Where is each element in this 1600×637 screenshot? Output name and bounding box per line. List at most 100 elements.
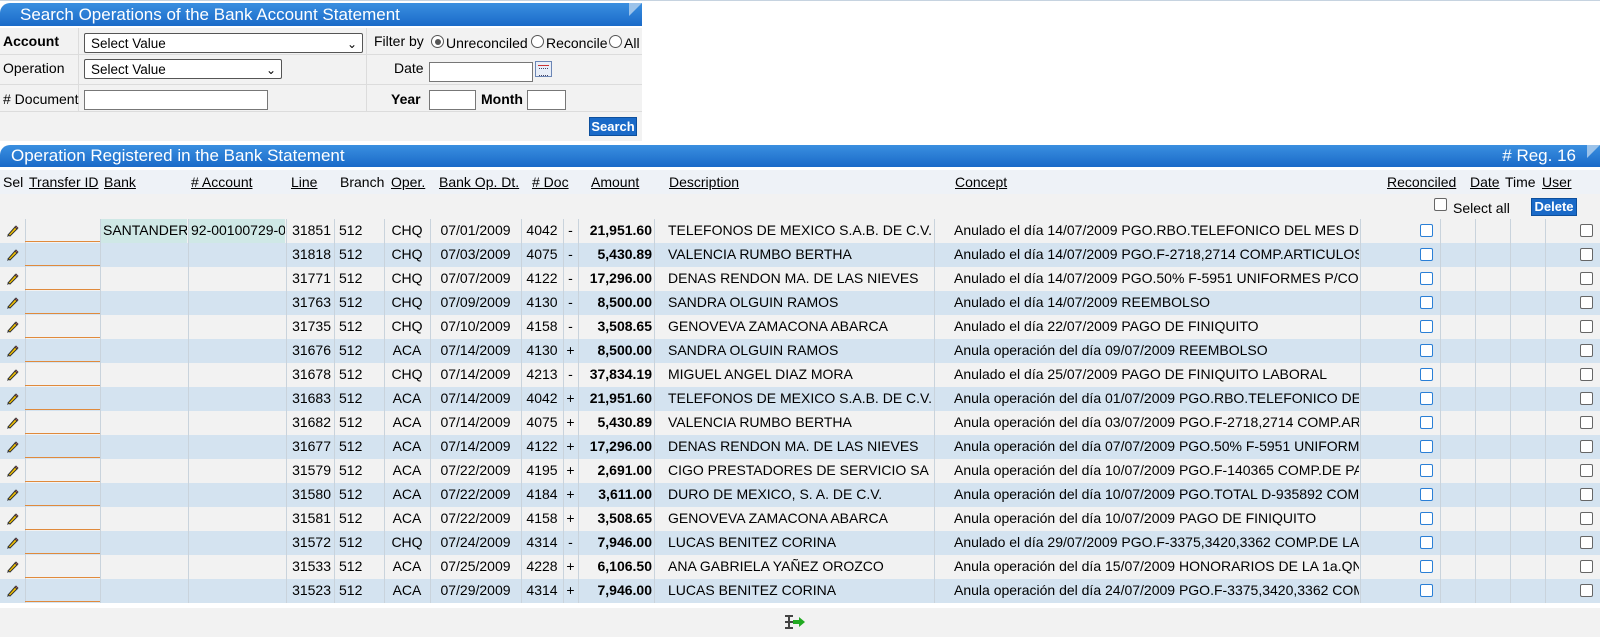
transfer-id-input[interactable] [25, 436, 100, 458]
col-line[interactable]: Line [291, 174, 317, 190]
pencil-icon[interactable] [5, 416, 19, 430]
column-separator [1545, 243, 1546, 267]
pencil-icon[interactable] [5, 248, 19, 262]
pencil-icon[interactable] [5, 320, 19, 334]
reconciled-checkbox[interactable] [1420, 464, 1433, 477]
col-bank[interactable]: Bank [104, 174, 136, 190]
transfer-id-input[interactable] [25, 388, 100, 410]
cell-branch: 512 [339, 534, 363, 550]
pencil-icon[interactable] [5, 464, 19, 478]
reconciled-checkbox[interactable] [1420, 392, 1433, 405]
pencil-icon[interactable] [5, 584, 19, 598]
search-button[interactable]: Search [589, 117, 637, 136]
col-user[interactable]: User [1542, 174, 1572, 190]
transfer-id-input[interactable] [25, 580, 100, 602]
col-doc[interactable]: # Doc [532, 174, 569, 190]
reconciled-checkbox[interactable] [1420, 488, 1433, 501]
col-oper[interactable]: Oper. [391, 174, 425, 190]
document-input[interactable] [84, 90, 268, 110]
col-account[interactable]: # Account [191, 174, 253, 190]
row-select-checkbox[interactable] [1580, 416, 1593, 429]
pencil-icon[interactable] [5, 296, 19, 310]
reconciled-checkbox[interactable] [1420, 416, 1433, 429]
reconciled-checkbox[interactable] [1420, 560, 1433, 573]
reconciled-checkbox[interactable] [1420, 536, 1433, 549]
reconciled-checkbox[interactable] [1420, 296, 1433, 309]
reconciled-checkbox[interactable] [1420, 512, 1433, 525]
transfer-id-input[interactable] [25, 460, 100, 482]
row-select-checkbox[interactable] [1580, 368, 1593, 381]
pencil-icon[interactable] [5, 536, 19, 550]
date-input[interactable] [429, 62, 533, 82]
col-bank-op-date[interactable]: Bank Op. Dt. [439, 174, 519, 190]
filter-all-radio[interactable] [609, 35, 622, 48]
reconciled-checkbox[interactable] [1420, 272, 1433, 285]
transfer-id-input[interactable] [25, 268, 100, 290]
row-select-checkbox[interactable] [1580, 464, 1593, 477]
reconciled-checkbox[interactable] [1420, 584, 1433, 597]
pencil-icon[interactable] [5, 560, 19, 574]
col-amount[interactable]: Amount [591, 174, 639, 190]
reconciled-checkbox[interactable] [1420, 224, 1433, 237]
column-separator [1440, 435, 1441, 459]
reconciled-checkbox[interactable] [1420, 368, 1433, 381]
select-all-checkbox[interactable] [1434, 198, 1447, 211]
calendar-icon[interactable] [535, 61, 552, 77]
filter-unreconciled-radio[interactable] [431, 35, 444, 48]
row-select-checkbox[interactable] [1580, 272, 1593, 285]
reconciled-checkbox[interactable] [1420, 440, 1433, 453]
cell-concept: Anulado el día 14/07/2009 PGO.F-2718,271… [954, 246, 1359, 262]
row-select-checkbox[interactable] [1580, 392, 1593, 405]
col-transfer-id[interactable]: Transfer ID [29, 174, 99, 190]
transfer-id-input[interactable] [25, 412, 100, 434]
pencil-icon[interactable] [5, 488, 19, 502]
transfer-id-input[interactable] [25, 316, 100, 338]
transfer-id-input[interactable] [25, 220, 100, 242]
row-select-checkbox[interactable] [1580, 536, 1593, 549]
column-separator [334, 219, 335, 243]
month-input[interactable] [527, 90, 566, 110]
pencil-icon[interactable] [5, 392, 19, 406]
transfer-id-input[interactable] [25, 340, 100, 362]
year-input[interactable] [429, 90, 476, 110]
pencil-icon[interactable] [5, 224, 19, 238]
col-reconciled[interactable]: Reconciled [1387, 174, 1456, 190]
row-select-checkbox[interactable] [1580, 440, 1593, 453]
transfer-id-input[interactable] [25, 244, 100, 266]
pencil-icon[interactable] [5, 512, 19, 526]
transfer-id-input[interactable] [25, 532, 100, 554]
row-select-checkbox[interactable] [1580, 224, 1593, 237]
operation-select[interactable]: Select Value ⌄ [84, 59, 282, 79]
account-select[interactable]: Select Value ⌄ [84, 33, 363, 53]
row-select-checkbox[interactable] [1580, 488, 1593, 501]
pencil-icon[interactable] [5, 344, 19, 358]
row-select-checkbox[interactable] [1580, 248, 1593, 261]
cell-bank [101, 507, 187, 531]
transfer-id-input[interactable] [25, 556, 100, 578]
row-select-checkbox[interactable] [1580, 560, 1593, 573]
column-separator [1475, 531, 1476, 555]
reconciled-checkbox[interactable] [1420, 320, 1433, 333]
row-select-checkbox[interactable] [1580, 296, 1593, 309]
row-select-checkbox[interactable] [1580, 344, 1593, 357]
reconciled-checkbox[interactable] [1420, 248, 1433, 261]
pencil-icon[interactable] [5, 368, 19, 382]
col-description[interactable]: Description [669, 174, 739, 190]
row-select-checkbox[interactable] [1580, 584, 1593, 597]
row-select-checkbox[interactable] [1580, 512, 1593, 525]
delete-button[interactable]: Delete [1531, 198, 1577, 216]
reconciled-checkbox[interactable] [1420, 344, 1433, 357]
export-icon[interactable] [784, 613, 806, 631]
transfer-id-input[interactable] [25, 292, 100, 314]
column-separator [1545, 531, 1546, 555]
pencil-icon[interactable] [5, 440, 19, 454]
col-concept[interactable]: Concept [955, 174, 1007, 190]
cell-amount: 3,611.00 [598, 486, 652, 502]
transfer-id-input[interactable] [25, 484, 100, 506]
transfer-id-input[interactable] [25, 508, 100, 530]
row-select-checkbox[interactable] [1580, 320, 1593, 333]
pencil-icon[interactable] [5, 272, 19, 286]
filter-reconcile-radio[interactable] [531, 35, 544, 48]
col-date[interactable]: Date [1470, 174, 1500, 190]
transfer-id-input[interactable] [25, 364, 100, 386]
